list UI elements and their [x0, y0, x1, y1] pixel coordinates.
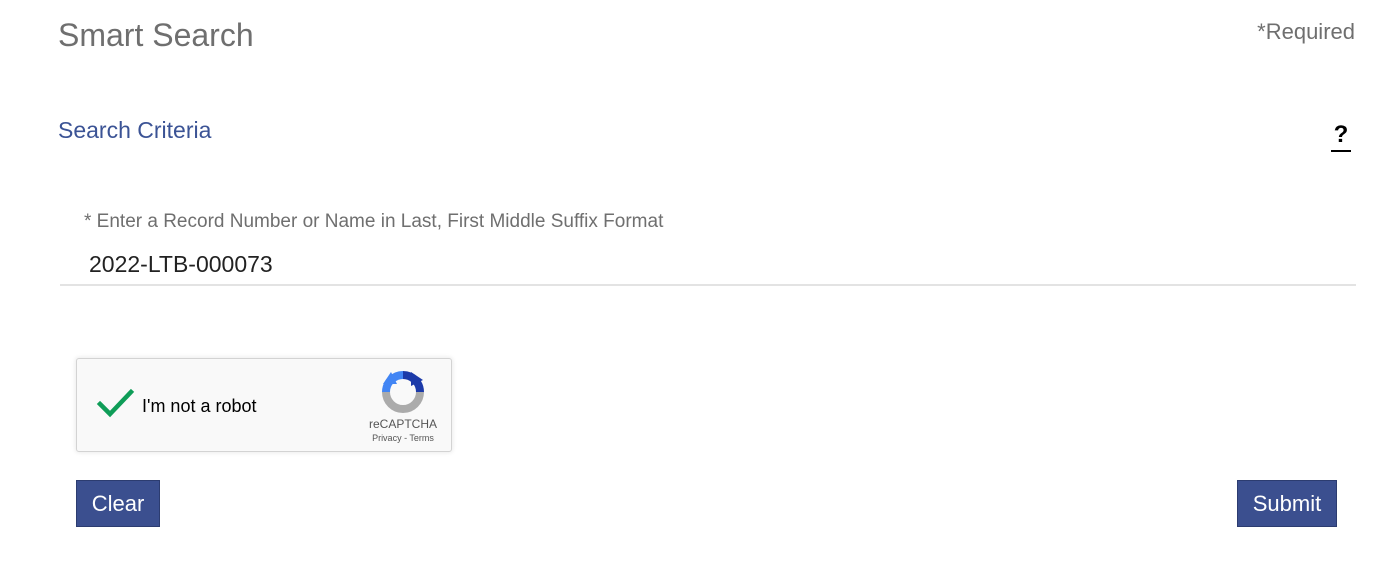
recaptcha-checkbox[interactable]: [95, 383, 135, 423]
recaptcha-links: Privacy - Terms: [357, 433, 449, 444]
recaptcha-label: I'm not a robot: [142, 396, 257, 416]
recaptcha-brand: reCAPTCHA: [368, 417, 437, 431]
recaptcha-logo-icon: [382, 371, 424, 413]
clear-button[interactable]: Clear: [76, 480, 160, 527]
section-title: Search Criteria: [58, 117, 212, 143]
page-title: Smart Search: [58, 17, 254, 53]
search-input[interactable]: [60, 244, 1356, 286]
terms-link[interactable]: Terms: [409, 433, 434, 443]
checkmark-icon: [96, 388, 135, 418]
privacy-link[interactable]: Privacy: [372, 433, 402, 443]
help-icon[interactable]: ?: [1331, 122, 1351, 152]
required-note: *Required: [1257, 19, 1355, 44]
submit-button[interactable]: Submit: [1237, 480, 1337, 527]
search-field-label: * Enter a Record Number or Name in Last,…: [84, 211, 664, 232]
recaptcha-widget: I'm not a robot reCAPTCHA Privacy - Term…: [76, 358, 452, 452]
